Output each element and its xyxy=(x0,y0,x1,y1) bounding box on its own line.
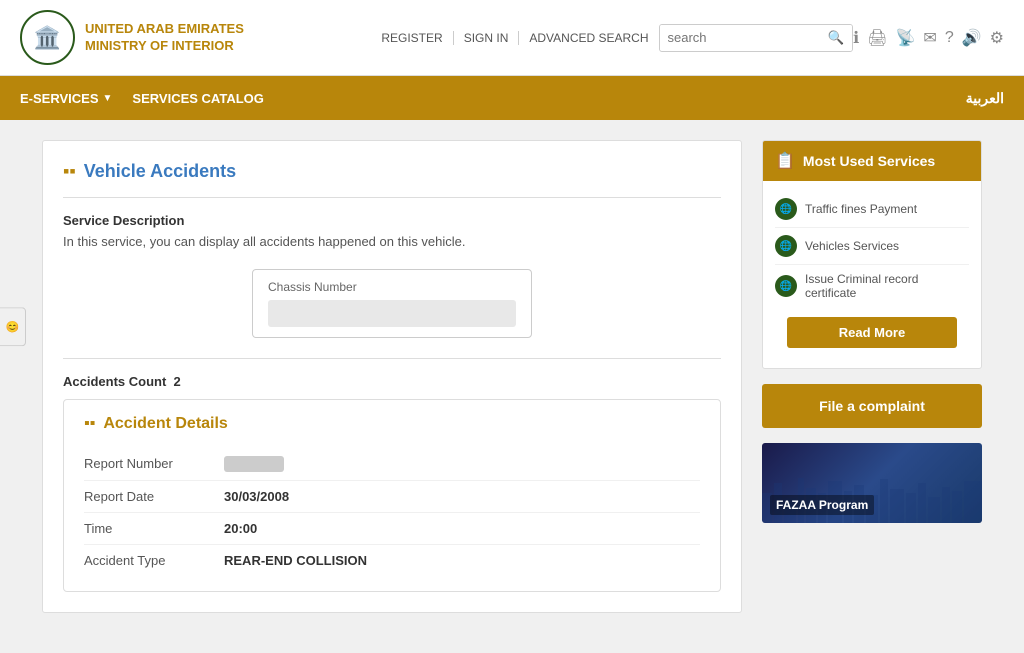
logo-line2: MINISTRY OF INTERIOR xyxy=(85,38,244,55)
navbar-left: E-SERVICES ▼ SERVICES CATALOG xyxy=(20,79,264,118)
search-button[interactable]: 🔍 xyxy=(820,25,853,51)
detail-value: 20:00 xyxy=(224,521,257,536)
sound-icon[interactable]: 🔊 xyxy=(962,28,982,48)
services-catalog-menu[interactable]: SERVICES CATALOG xyxy=(132,79,263,118)
service-item-icon: 🌐 xyxy=(775,198,797,220)
chassis-divider xyxy=(63,358,721,359)
register-link[interactable]: REGISTER xyxy=(371,31,453,45)
detail-label: Report Number xyxy=(84,456,224,471)
chassis-box: Chassis Number xyxy=(252,269,532,338)
service-item-label: Traffic fines Payment xyxy=(805,202,917,216)
chassis-label: Chassis Number xyxy=(268,280,516,294)
eservices-label: E-SERVICES xyxy=(20,91,99,106)
logo-text: UNITED ARAB EMIRATES MINISTRY OF INTERIO… xyxy=(85,21,244,55)
header-navigation: REGISTER SIGN IN ADVANCED SEARCH 🔍 ℹ 🖨 📡… xyxy=(371,24,1004,52)
search-box: 🔍 xyxy=(659,24,854,52)
eservices-menu[interactable]: E-SERVICES ▼ xyxy=(20,79,112,118)
fazaa-banner[interactable]: FAZAA Program xyxy=(762,443,982,523)
vehicle-accidents-icon: ▪▪ xyxy=(63,161,76,182)
chassis-input-area: Chassis Number xyxy=(63,269,721,338)
page-title-area: ▪▪ Vehicle Accidents xyxy=(63,161,721,182)
main-container: ▪▪ Vehicle Accidents Service Description… xyxy=(22,140,1002,613)
most-used-services-body: 🌐 Traffic fines Payment 🌐 Vehicles Servi… xyxy=(763,181,981,368)
service-item-icon: 🌐 xyxy=(775,235,797,257)
most-used-services-header: 📋 Most Used Services xyxy=(763,141,981,181)
detail-value: 30/03/2008 xyxy=(224,489,289,504)
detail-label: Time xyxy=(84,521,224,536)
help-icon[interactable]: ? xyxy=(945,29,954,47)
most-used-services-widget: 📋 Most Used Services 🌐 Traffic fines Pay… xyxy=(762,140,982,369)
mail-icon[interactable]: ✉ xyxy=(923,28,936,48)
most-used-icon: 📋 xyxy=(775,151,795,171)
service-item-label: Issue Criminal record certificate xyxy=(805,272,969,300)
detail-row: Time20:00 xyxy=(84,513,700,545)
accidents-count: Accidents Count 2 xyxy=(63,374,721,389)
feedback-icon: 😊 xyxy=(6,320,18,333)
page-header: 🏛️ UNITED ARAB EMIRATES MINISTRY OF INTE… xyxy=(0,0,1024,76)
rss-icon[interactable]: 📡 xyxy=(896,28,916,48)
accident-details-card: ▪▪ Accident Details Report NumberXXXXXXR… xyxy=(63,399,721,592)
service-item-label: Vehicles Services xyxy=(805,239,899,253)
detail-value: XXXXXX xyxy=(224,456,284,472)
arabic-language-toggle[interactable]: العربية xyxy=(966,90,1004,107)
sidebar: 📋 Most Used Services 🌐 Traffic fines Pay… xyxy=(762,140,982,613)
logo-emblem: 🏛️ xyxy=(20,10,75,65)
service-item-icon: 🌐 xyxy=(775,275,797,297)
print-icon[interactable]: 🖨 xyxy=(867,28,887,48)
logo-line1: UNITED ARAB EMIRATES xyxy=(85,21,244,38)
sign-in-link[interactable]: SIGN IN xyxy=(454,31,520,45)
most-used-services-title: Most Used Services xyxy=(803,153,935,169)
service-description-text: In this service, you can display all acc… xyxy=(63,234,721,249)
detail-label: Report Date xyxy=(84,489,224,504)
logo-area: 🏛️ UNITED ARAB EMIRATES MINISTRY OF INTE… xyxy=(20,10,244,65)
services-catalog-label: SERVICES CATALOG xyxy=(132,91,263,106)
page-title: Vehicle Accidents xyxy=(84,161,236,182)
detail-row: Accident TypeREAR-END COLLISION xyxy=(84,545,700,576)
detail-label: Accident Type xyxy=(84,553,224,568)
chassis-number-input[interactable] xyxy=(268,300,516,327)
advanced-search-link[interactable]: ADVANCED SEARCH xyxy=(519,31,658,45)
navbar: E-SERVICES ▼ SERVICES CATALOG العربية xyxy=(0,76,1024,120)
detail-value: REAR-END COLLISION xyxy=(224,553,367,568)
search-area: 🔍 xyxy=(659,24,854,52)
content-area: ▪▪ Vehicle Accidents Service Description… xyxy=(42,140,742,613)
accidents-count-label: Accidents Count xyxy=(63,374,166,389)
sidebar-service-item[interactable]: 🌐 Issue Criminal record certificate xyxy=(775,265,969,307)
title-divider xyxy=(63,197,721,198)
sidebar-service-item[interactable]: 🌐 Traffic fines Payment xyxy=(775,191,969,228)
fazaa-label: FAZAA Program xyxy=(770,495,874,515)
header-icons: ℹ 🖨 📡 ✉ ? 🔊 ⚙ xyxy=(853,28,1004,48)
accident-details-fields: Report NumberXXXXXXReport Date30/03/2008… xyxy=(84,448,700,576)
service-description-label: Service Description xyxy=(63,213,721,228)
eservices-arrow-icon: ▼ xyxy=(103,93,113,104)
sidebar-service-item[interactable]: 🌐 Vehicles Services xyxy=(775,228,969,265)
detail-row: Report Date30/03/2008 xyxy=(84,481,700,513)
card-title-area: ▪▪ Accident Details xyxy=(84,415,700,433)
accidents-count-value: 2 xyxy=(174,374,181,389)
settings-icon[interactable]: ⚙ xyxy=(990,28,1004,48)
accident-details-title: Accident Details xyxy=(103,415,227,433)
accident-details-icon: ▪▪ xyxy=(84,415,95,433)
search-input[interactable] xyxy=(660,25,820,50)
detail-row: Report NumberXXXXXX xyxy=(84,448,700,481)
info-icon[interactable]: ℹ xyxy=(853,28,859,48)
read-more-button[interactable]: Read More xyxy=(787,317,957,348)
file-complaint-button[interactable]: File a complaint xyxy=(762,384,982,428)
feedback-tab[interactable]: 😊 xyxy=(0,307,26,346)
